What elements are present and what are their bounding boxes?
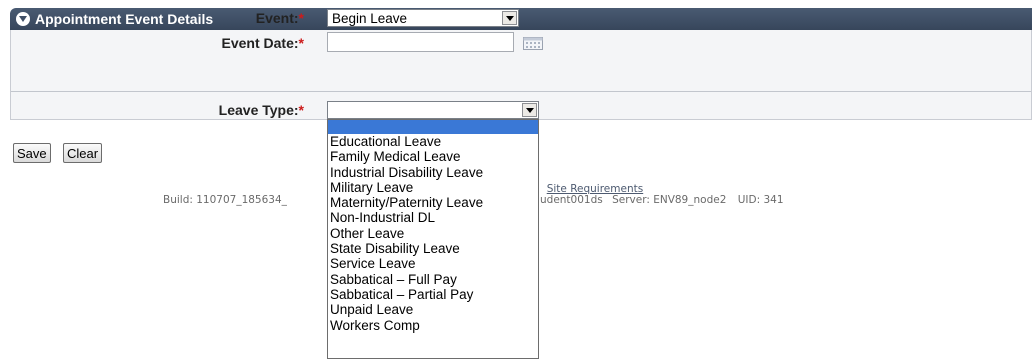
save-button[interactable]: Save — [13, 143, 51, 163]
event-select-value: Begin Leave — [332, 10, 408, 26]
footer-server: Server: ENV89_node2 — [612, 194, 727, 206]
dropdown-option[interactable]: State Disability Leave — [328, 241, 538, 256]
footer-user: udent001ds — [540, 194, 603, 206]
calendar-icon[interactable] — [523, 37, 543, 50]
collapse-toggle-icon[interactable] — [16, 12, 30, 26]
footer-build: Build: 110707_185634_ — [163, 194, 287, 206]
footer-info: udent001ds Server: ENV89_node2 UID: 341 — [540, 194, 784, 206]
required-marker: * — [298, 35, 304, 51]
event-label: Event:* — [104, 10, 304, 26]
footer-uid: UID: 341 — [737, 194, 784, 206]
dropdown-option[interactable]: Maternity/Paternity Leave — [328, 195, 538, 210]
required-marker: * — [298, 102, 304, 118]
event-label-text: Event: — [255, 10, 299, 26]
dropdown-option[interactable]: Sabbatical – Full Pay — [328, 272, 538, 287]
event-date-input[interactable] — [327, 32, 514, 52]
event-date-label-text: Event Date: — [221, 35, 299, 51]
event-select[interactable]: Begin Leave — [327, 9, 519, 27]
chevron-down-icon[interactable] — [522, 103, 537, 117]
required-marker: * — [298, 10, 304, 26]
dropdown-option[interactable]: Unpaid Leave — [328, 302, 538, 317]
leave-type-label-text: Leave Type: — [218, 102, 299, 118]
dropdown-option[interactable]: Educational Leave — [328, 134, 538, 149]
dropdown-option[interactable] — [328, 120, 538, 134]
dropdown-option[interactable]: Workers Comp — [328, 318, 538, 333]
leave-type-label: Leave Type:* — [104, 102, 304, 118]
dropdown-option[interactable]: Non-Industrial DL — [328, 210, 538, 225]
dropdown-option[interactable]: Military Leave — [328, 180, 538, 195]
dropdown-option[interactable]: Other Leave — [328, 226, 538, 241]
section-divider — [11, 91, 1031, 92]
chevron-down-icon[interactable] — [502, 11, 517, 25]
dropdown-option[interactable]: Family Medical Leave — [328, 149, 538, 164]
dropdown-option[interactable]: Sabbatical – Partial Pay — [328, 287, 538, 302]
dropdown-option[interactable]: Service Leave — [328, 256, 538, 271]
event-date-label: Event Date:* — [104, 35, 304, 51]
clear-button[interactable]: Clear — [63, 143, 103, 163]
leave-type-dropdown-list[interactable]: Educational Leave Family Medical Leave I… — [327, 119, 539, 359]
leave-type-select[interactable] — [327, 101, 539, 119]
dropdown-option[interactable]: Industrial Disability Leave — [328, 165, 538, 180]
